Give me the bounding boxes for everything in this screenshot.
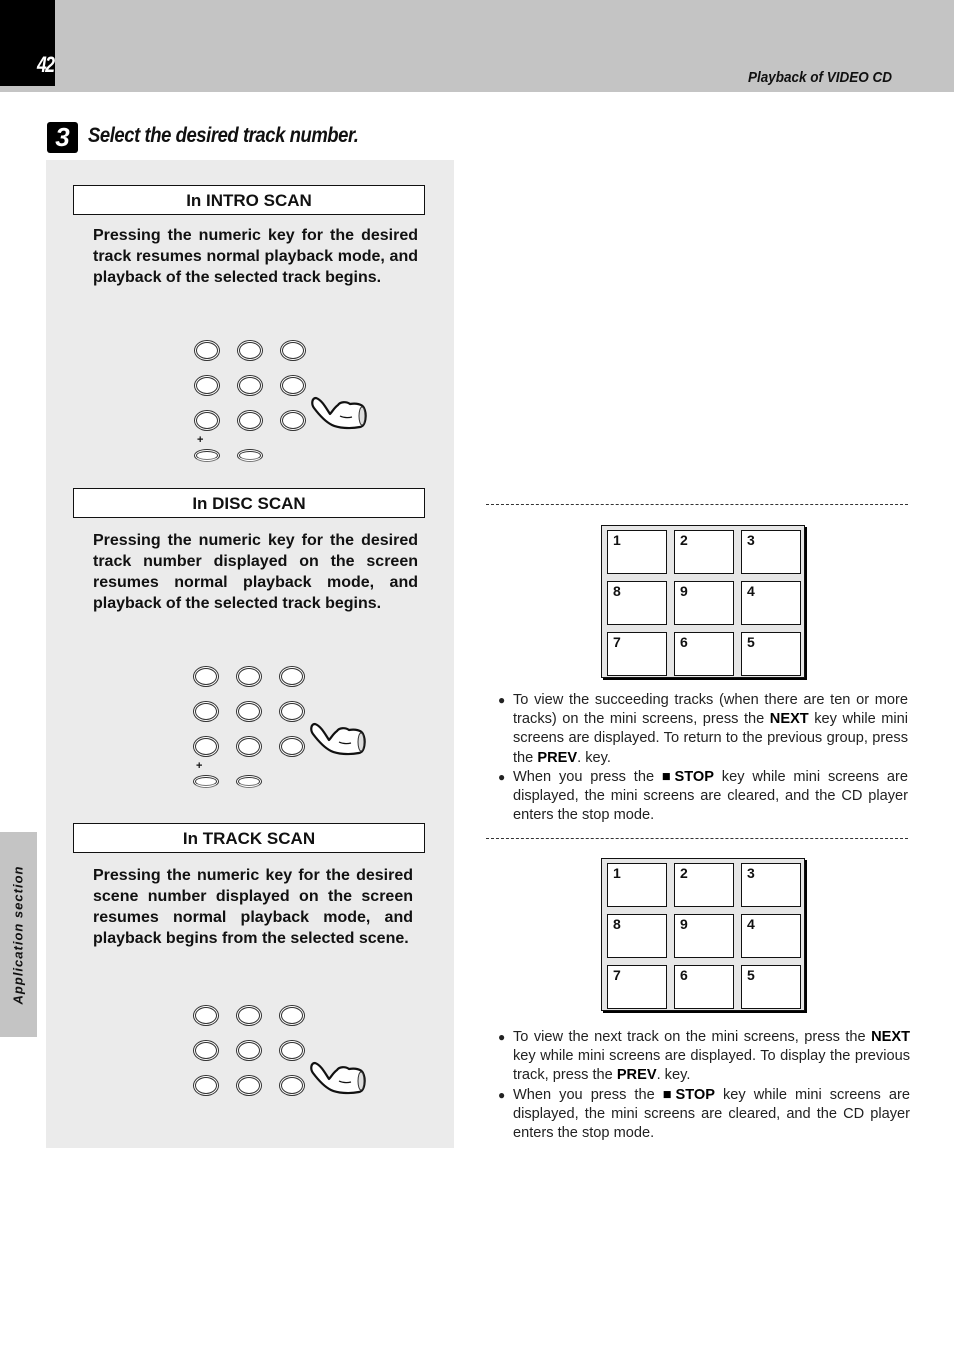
key-name: ■STOP (662, 1086, 715, 1103)
numeric-key (236, 1075, 262, 1096)
numeric-key (236, 1040, 262, 1061)
scan-modes-panel (46, 160, 454, 1148)
note-text: . key. (577, 749, 611, 766)
side-tab-label: Application section (10, 865, 26, 1005)
zero-key (236, 775, 262, 788)
note-item: ● When you press the ■STOP key while mini… (498, 1086, 910, 1144)
numeric-key (279, 1040, 305, 1061)
numeric-key (280, 340, 306, 361)
mini-screen-cell: 5 (741, 632, 801, 676)
section-title: Playback of VIDEO CD (747, 69, 892, 86)
plus-label: + (197, 434, 204, 446)
mode-heading-track-scan: In TRACK SCAN (73, 823, 425, 853)
mode-heading-disc-scan: In DISC SCAN (73, 488, 425, 518)
mini-screen-cell: 5 (741, 965, 801, 1009)
note-text: When you press the (513, 768, 662, 785)
mini-screen-cell: 7 (607, 965, 667, 1009)
page-number: 42 (37, 52, 55, 77)
mini-screen-cell: 4 (741, 581, 801, 625)
key-name: NEXT (871, 1029, 910, 1045)
numeric-key (193, 666, 219, 687)
mini-screen-cell: 9 (674, 581, 734, 625)
numeric-key (279, 736, 305, 757)
bullet-icon: ● (498, 1030, 506, 1044)
note-text: To view the next track on the mini scree… (513, 1029, 872, 1045)
note-text: When you press the (513, 1086, 663, 1103)
pointing-hand-icon (309, 718, 367, 763)
mode-text-track-scan: Pressing the numeric key for the desired… (93, 867, 413, 947)
mini-screen-cell: 8 (607, 581, 667, 625)
mode-text-intro-scan: Pressing the numeric key for the desired… (93, 227, 418, 286)
numeric-key (279, 1075, 305, 1096)
pointing-hand-icon (309, 1057, 367, 1102)
key-name: PREV (537, 749, 578, 766)
numeric-key (280, 410, 306, 431)
numeric-key (279, 701, 305, 722)
step-number-badge: 3 (47, 122, 78, 153)
numeric-key (237, 375, 263, 396)
key-name: ■STOP (661, 768, 714, 785)
mini-screen-cell: 9 (674, 914, 734, 958)
mini-screens-grid: 123 894 765 (601, 858, 805, 1011)
plus-label: + (196, 760, 203, 772)
plus-ten-key (194, 449, 220, 462)
mini-screen-cell: 6 (674, 965, 734, 1009)
bullet-icon: ● (498, 1087, 506, 1102)
mini-screen-cell: 6 (674, 632, 734, 676)
mini-screen-cell: 7 (607, 632, 667, 676)
numeric-key (194, 375, 220, 396)
zero-key (237, 449, 263, 462)
mode-heading-intro-scan: In INTRO SCAN (73, 185, 425, 215)
mini-screens-grid: 123 894 765 (601, 525, 805, 678)
mini-screen-cell: 1 (607, 863, 667, 907)
mini-screen-cell: 8 (607, 914, 667, 958)
mini-screen-cell: 1 (607, 530, 667, 574)
bullet-icon: ● (498, 769, 506, 784)
key-name: NEXT (769, 711, 809, 728)
step-title: Select the desired track number. (88, 124, 359, 147)
mini-screen-cell: 3 (741, 530, 801, 574)
divider-dashed (486, 504, 908, 505)
numeric-key (193, 701, 219, 722)
note-item: ● When you press the ■STOP key while mini… (498, 768, 908, 826)
bullet-icon: ● (498, 693, 506, 707)
numeric-key (279, 1005, 305, 1026)
numeric-key (280, 375, 306, 396)
mode-text-disc-scan: Pressing the numeric key for the desired… (93, 532, 418, 612)
numeric-key (279, 666, 305, 687)
divider-dashed (486, 838, 908, 839)
numeric-key (236, 701, 262, 722)
numeric-key (193, 1005, 219, 1026)
mini-screen-cell: 3 (741, 863, 801, 907)
mini-screens-notes: ● To view the succeeding tracks (when the… (498, 691, 908, 825)
pointing-hand-icon (310, 392, 368, 437)
mini-screens-notes: ● To view the next track on the mini scre… (498, 1028, 910, 1143)
note-item: ● To view the next track on the mini scre… (498, 1028, 910, 1086)
numeric-key (194, 410, 220, 431)
mini-screen-cell: 4 (741, 914, 801, 958)
note-text: . key. (656, 1067, 691, 1084)
mini-screen-cell: 2 (674, 863, 734, 907)
note-text: key while mini screens are displayed. To… (513, 1048, 910, 1084)
numeric-key (236, 666, 262, 687)
numeric-key (236, 1005, 262, 1026)
numeric-key (237, 410, 263, 431)
mini-screen-cell: 2 (674, 530, 734, 574)
plus-ten-key (193, 775, 219, 788)
numeric-key (193, 1075, 219, 1096)
numeric-key (237, 340, 263, 361)
note-item: ● To view the succeeding tracks (when the… (498, 691, 908, 768)
numeric-key (193, 1040, 219, 1061)
key-name: PREV (616, 1067, 657, 1084)
numeric-key (193, 736, 219, 757)
numeric-key (236, 736, 262, 757)
numeric-key (194, 340, 220, 361)
